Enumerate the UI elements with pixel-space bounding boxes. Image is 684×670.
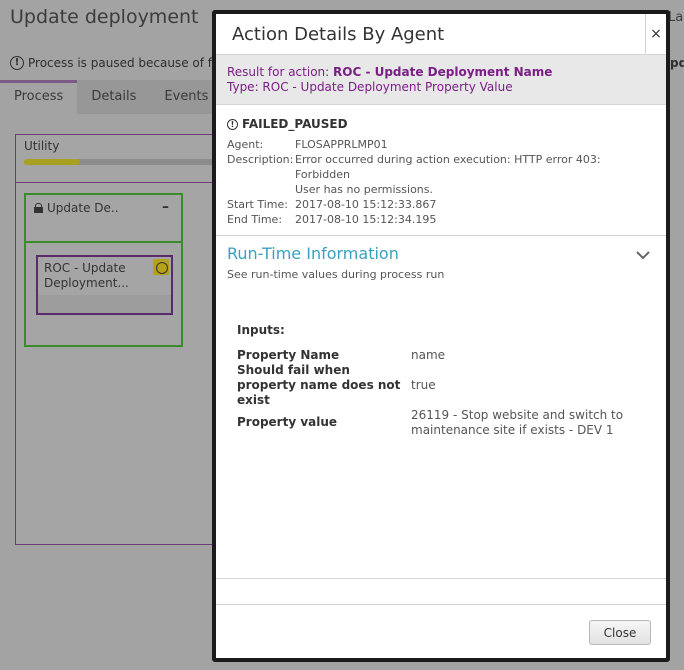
result-line: Result for action: ROC - Update Deployme… [227,65,552,79]
result-band: Result for action: ROC - Update Deployme… [216,55,666,105]
process-step[interactable]: ROC - Update Deployment... [36,255,173,315]
process-canvas: Utility Update De.. – ROC - Update Deplo… [15,134,224,545]
page-title: Update deployment [10,6,199,28]
paused-message: Process is paused because of fa [28,56,220,70]
tab-process[interactable]: Process [0,80,78,114]
end-time-value: 2017-08-10 15:12:34.195 [295,213,437,226]
right-fragment: pd [670,56,684,70]
step-label: ROC - Update Deployment... [44,261,129,290]
status-label: FAILED_PAUSED [242,117,348,131]
group-collapse-button[interactable]: – [162,199,169,215]
dialog-header: Action Details By Agent × [216,14,666,55]
description-line-1: Error occurred during action execution: … [295,153,601,166]
agent-value: FLOSAPPRLMP01 [295,138,388,151]
input-key: Property value [237,415,338,429]
status-block: ! FAILED_PAUSED [227,117,657,131]
agent-label: Agent: [227,138,264,151]
action-details-dialog: Action Details By Agent × Result for act… [212,10,670,662]
input-key: Property Name [237,348,340,362]
tab-details[interactable]: Details [77,80,150,114]
result-type: Type: ROC - Update Deployment Property V… [227,80,513,94]
runtime-subtitle: See run-time values during process run [227,268,445,281]
group-title-label: Update De.. [47,201,119,215]
info-icon: ! [227,118,238,130]
description-line-2: Forbidden [295,168,350,181]
dialog-title: Action Details By Agent [232,24,445,45]
group-title: Update De.. [34,201,119,215]
utility-panel: Utility [16,135,224,183]
description-line-3: User has no permissions. [295,183,434,196]
description-label: Description: [227,153,294,166]
result-action-name: ROC - Update Deployment Name [333,65,553,79]
result-prefix: Result for action: [227,65,330,79]
utility-progress-bar [24,159,224,165]
info-icon: ! [10,56,24,70]
step-footer [38,295,171,313]
end-time-label: End Time: [227,213,283,226]
pause-icon [153,259,169,275]
start-time-label: Start Time: [227,198,288,211]
utility-progress-fill [24,159,80,165]
input-key: Should fail when property name does not … [237,363,401,407]
tab-bar: Process Details Events [0,80,216,114]
start-time-value: 2017-08-10 15:12:33.867 [295,198,437,211]
paused-notice: ! Process is paused because of fa [10,56,219,70]
runtime-title[interactable]: Run-Time Information [227,244,399,263]
divider [216,604,666,605]
inputs-label: Inputs: [237,323,285,337]
input-value: name [411,348,446,362]
process-group[interactable]: Update De.. – ROC - Update Deployment... [24,193,183,347]
utility-label: Utility [24,139,60,153]
input-value: true [411,378,436,392]
page-title-right-fragment: La [668,10,684,25]
close-icon[interactable]: × [645,14,666,55]
divider [216,235,666,236]
lock-icon [34,203,43,213]
close-button[interactable]: Close [589,620,651,645]
input-value: 26119 - Stop website and switch to maint… [411,408,624,437]
status-title: ! FAILED_PAUSED [227,117,657,131]
divider [216,578,666,579]
chevron-down-icon[interactable] [636,248,650,262]
group-header: Update De.. – [26,195,181,243]
